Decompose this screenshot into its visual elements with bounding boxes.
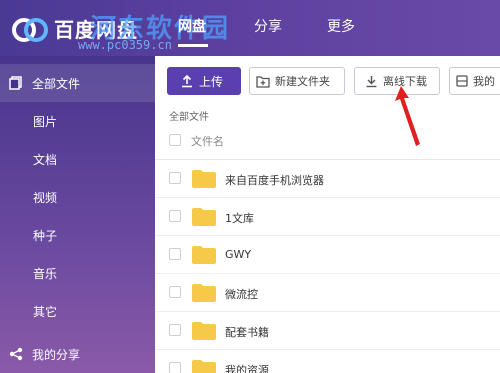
my-device-label: 我的 (473, 75, 495, 88)
file-name[interactable]: 配套书籍 (225, 324, 269, 340)
upload-label: 上传 (199, 74, 224, 89)
file-name[interactable]: 来自百度手机浏览器 (225, 172, 324, 188)
sidebar-item-label: 我的分享 (32, 347, 81, 362)
active-tab-indicator (178, 44, 208, 47)
tab-more[interactable]: 更多 (327, 16, 355, 36)
sidebar-item-music[interactable]: 音乐 (0, 254, 155, 292)
table-row[interactable]: GWY (155, 236, 500, 274)
sidebar-item-my-shares[interactable]: 我的分享 (0, 335, 155, 373)
new-folder-icon (256, 75, 270, 88)
sidebar-item-torrents[interactable]: 种子 (0, 216, 155, 254)
file-list-header: 文件名 (155, 122, 500, 160)
file-name[interactable]: GWY (225, 248, 251, 261)
new-folder-button[interactable]: 新建文件夹 (249, 67, 345, 95)
main-content: 上传 新建文件夹 离线下载 我的 全部文件 文件名 来自百度手机浏览器 1文库 … (155, 56, 500, 373)
watermark-url: www.pc0359.cn (78, 38, 172, 52)
row-checkbox[interactable] (169, 172, 181, 184)
row-checkbox[interactable] (169, 324, 181, 336)
file-name[interactable]: 我的资源 (225, 362, 269, 373)
folder-icon (192, 208, 216, 226)
table-row[interactable]: 1文库 (155, 198, 500, 236)
sidebar-item-all-files[interactable]: 全部文件 (0, 64, 155, 102)
breadcrumb: 全部文件 (169, 112, 209, 123)
sidebar-item-label: 其它 (33, 304, 58, 319)
tab-netdisk[interactable]: 网盘 (178, 16, 206, 36)
share-icon (9, 347, 23, 361)
new-folder-label: 新建文件夹 (275, 75, 330, 88)
sidebar-item-label: 文档 (33, 152, 58, 167)
sidebar-item-label: 视频 (33, 190, 58, 205)
folder-icon (192, 284, 216, 302)
row-checkbox[interactable] (169, 248, 181, 260)
my-device-button[interactable]: 我的 (449, 67, 500, 95)
folder-icon (192, 170, 216, 188)
table-row[interactable]: 微流控 (155, 274, 500, 312)
folder-icon (192, 322, 216, 340)
sidebar-item-documents[interactable]: 文档 (0, 140, 155, 178)
sidebar: 全部文件 图片 文档 视频 种子 音乐 其它 我的分享 (0, 56, 155, 373)
column-header-filename[interactable]: 文件名 (191, 133, 224, 149)
tab-share[interactable]: 分享 (254, 16, 282, 36)
baidu-netdisk-logo-icon (12, 18, 48, 42)
files-icon (9, 76, 22, 90)
sidebar-item-videos[interactable]: 视频 (0, 178, 155, 216)
sidebar-item-label: 音乐 (33, 266, 58, 281)
download-icon (366, 75, 377, 87)
table-row[interactable]: 配套书籍 (155, 312, 500, 350)
sidebar-item-label: 图片 (33, 114, 58, 129)
annotation-arrow-icon (395, 86, 420, 146)
upload-button[interactable]: 上传 (167, 67, 241, 95)
row-checkbox[interactable] (169, 210, 181, 222)
file-name[interactable]: 1文库 (225, 210, 254, 226)
sidebar-item-label: 种子 (33, 228, 58, 243)
sidebar-item-images[interactable]: 图片 (0, 102, 155, 140)
row-checkbox[interactable] (169, 362, 181, 373)
table-row[interactable]: 来自百度手机浏览器 (155, 160, 500, 198)
select-all-checkbox[interactable] (169, 134, 181, 146)
sidebar-item-label: 全部文件 (32, 76, 81, 91)
table-row[interactable]: 我的资源 (155, 350, 500, 373)
sidebar-item-other[interactable]: 其它 (0, 292, 155, 330)
folder-icon (192, 246, 216, 264)
row-checkbox[interactable] (169, 286, 181, 298)
folder-icon (192, 360, 216, 373)
upload-icon (182, 74, 192, 88)
top-bar: 百度网盘 河东软件园 www.pc0359.cn 网盘 分享 更多 (0, 0, 500, 56)
device-icon (456, 75, 468, 87)
file-name[interactable]: 微流控 (225, 286, 258, 302)
